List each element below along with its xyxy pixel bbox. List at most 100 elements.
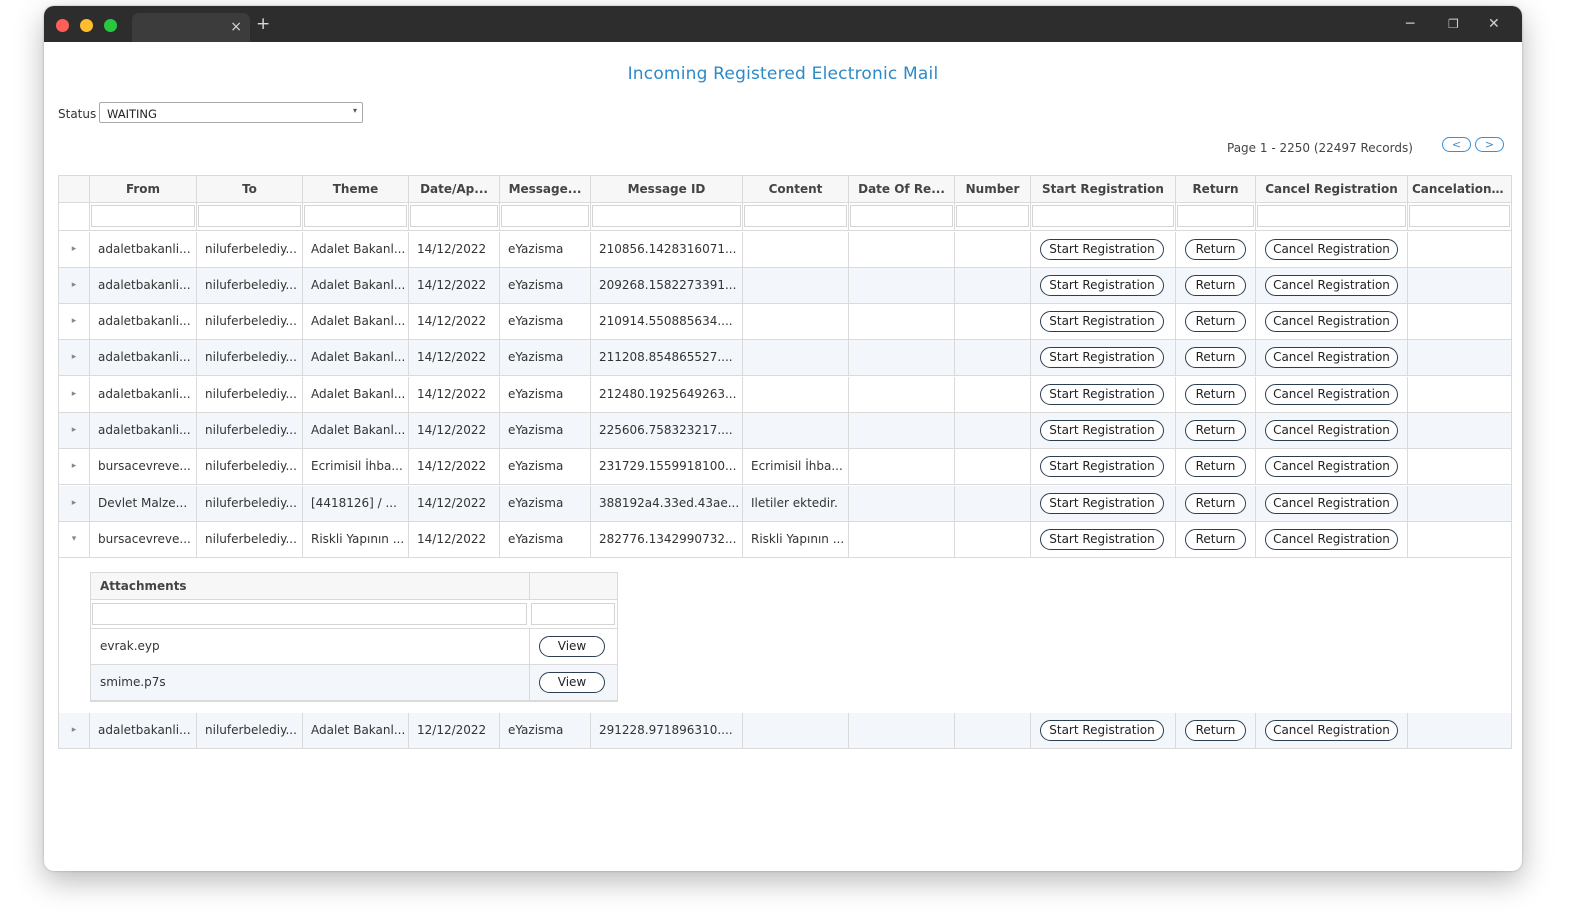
cancel-registration-button[interactable]: Cancel Registration <box>1265 720 1398 741</box>
status-select[interactable]: WAITING ▾ <box>99 102 363 123</box>
cancel-registration-button[interactable]: Cancel Registration <box>1265 311 1398 332</box>
filter-input-to[interactable] <box>198 205 301 227</box>
start-registration-button[interactable]: Start Registration <box>1040 311 1164 332</box>
filter-input-date-of-reg[interactable] <box>850 205 953 227</box>
minimize-window-dot[interactable] <box>80 19 93 32</box>
start-registration-button[interactable]: Start Registration <box>1040 384 1164 405</box>
attachment-name-filter[interactable] <box>92 603 527 625</box>
column-header-number[interactable]: Number <box>954 176 1030 202</box>
start-registration-button[interactable]: Start Registration <box>1040 347 1164 368</box>
cancel-registration-button[interactable]: Cancel Registration <box>1265 275 1398 296</box>
column-header-date[interactable]: Date/Ap... <box>408 176 499 202</box>
column-header-cancelation[interactable]: Cancelation ... <box>1407 176 1511 202</box>
expand-row-icon[interactable]: ▸ <box>59 340 89 376</box>
column-header-cancel-registration[interactable]: Cancel Registration <box>1255 176 1407 202</box>
return-button[interactable]: Return <box>1185 420 1246 441</box>
attachments-header[interactable]: Attachments <box>91 573 529 599</box>
return-button[interactable]: Return <box>1185 275 1246 296</box>
start-registration-button[interactable]: Start Registration <box>1040 493 1164 514</box>
start-registration-button[interactable]: Start Registration <box>1040 239 1164 260</box>
return-button[interactable]: Return <box>1185 493 1246 514</box>
expand-row-icon[interactable]: ▸ <box>59 232 89 268</box>
filter-input-content[interactable] <box>744 205 847 227</box>
filter-input-cancel-registration[interactable] <box>1257 205 1406 227</box>
cancel-registration-button[interactable]: Cancel Registration <box>1265 493 1398 514</box>
browser-tab[interactable]: × <box>132 13 250 42</box>
cancel-registration-button[interactable]: Cancel Registration <box>1265 420 1398 441</box>
new-tab-icon[interactable]: + <box>256 14 270 34</box>
view-attachment-button[interactable]: View <box>539 636 605 657</box>
cell-theme: Adalet Bakanl... <box>302 340 408 376</box>
return-button[interactable]: Return <box>1185 456 1246 477</box>
view-attachment-button[interactable]: View <box>539 672 605 693</box>
cell-to: niluferbelediy... <box>196 304 302 340</box>
filter-input-number[interactable] <box>956 205 1029 227</box>
return-button[interactable]: Return <box>1185 239 1246 260</box>
attachment-action-filter[interactable] <box>531 603 615 625</box>
cell-cancelation <box>1407 486 1511 522</box>
minimize-icon[interactable]: ─ <box>1406 14 1414 34</box>
restore-icon[interactable]: ❐ <box>1448 14 1459 34</box>
filter-input-return[interactable] <box>1177 205 1254 227</box>
cell-from: adaletbakanli... <box>89 232 196 268</box>
filter-input-from[interactable] <box>91 205 195 227</box>
column-header-content[interactable]: Content <box>742 176 848 202</box>
filter-input-message-id[interactable] <box>592 205 741 227</box>
cancel-registration-button[interactable]: Cancel Registration <box>1265 239 1398 260</box>
cancel-registration-button[interactable]: Cancel Registration <box>1265 529 1398 550</box>
expand-row-icon[interactable]: ▸ <box>59 268 89 304</box>
column-header-from[interactable]: From <box>89 176 196 202</box>
collapse-row-icon[interactable]: ▾ <box>59 522 89 558</box>
cancel-registration-button[interactable]: Cancel Registration <box>1265 456 1398 477</box>
attachment-action-cell: View <box>529 629 617 665</box>
cell-to: niluferbelediy... <box>196 232 302 268</box>
attachment-action-cell: View <box>529 665 617 701</box>
cell-date-of-reg <box>848 522 954 558</box>
next-page-button[interactable]: > <box>1475 137 1504 152</box>
cell-theme: [4418126] / ... <box>302 486 408 522</box>
tab-close-icon[interactable]: × <box>230 17 242 37</box>
cell-return: Return <box>1175 449 1255 485</box>
return-button[interactable]: Return <box>1185 529 1246 550</box>
cell-message: eYazisma <box>499 232 590 268</box>
cancel-registration-button[interactable]: Cancel Registration <box>1265 384 1398 405</box>
filter-input-message[interactable] <box>501 205 589 227</box>
filter-input-start-registration[interactable] <box>1032 205 1174 227</box>
return-button[interactable]: Return <box>1185 347 1246 368</box>
cell-message-id: 225606.758323217.... <box>590 413 742 449</box>
start-registration-button[interactable]: Start Registration <box>1040 720 1164 741</box>
filter-input-date[interactable] <box>410 205 498 227</box>
cell-cancelation <box>1407 232 1511 268</box>
expand-row-icon[interactable]: ▸ <box>59 413 89 449</box>
cancel-registration-button[interactable]: Cancel Registration <box>1265 347 1398 368</box>
expand-row-icon[interactable]: ▸ <box>59 486 89 522</box>
start-registration-button[interactable]: Start Registration <box>1040 456 1164 477</box>
expand-row-icon[interactable]: ▸ <box>59 304 89 340</box>
return-button[interactable]: Return <box>1185 311 1246 332</box>
column-header-start-registration[interactable]: Start Registration <box>1030 176 1175 202</box>
return-button[interactable]: Return <box>1185 720 1246 741</box>
expand-row-icon[interactable]: ▸ <box>59 377 89 413</box>
column-header-to[interactable]: To <box>196 176 302 202</box>
filter-cell-return <box>1175 203 1255 230</box>
prev-page-button[interactable]: < <box>1442 137 1471 152</box>
start-registration-button[interactable]: Start Registration <box>1040 420 1164 441</box>
zoom-window-dot[interactable] <box>104 19 117 32</box>
cell-theme: Adalet Bakanl... <box>302 304 408 340</box>
column-header-message[interactable]: Message... <box>499 176 590 202</box>
expand-row-icon[interactable]: ▸ <box>59 449 89 485</box>
filter-input-cancelation[interactable] <box>1409 205 1510 227</box>
column-header-theme[interactable]: Theme <box>302 176 408 202</box>
start-registration-button[interactable]: Start Registration <box>1040 529 1164 550</box>
return-button[interactable]: Return <box>1185 384 1246 405</box>
column-header-date-of-reg[interactable]: Date Of Re... <box>848 176 954 202</box>
close-icon[interactable]: ✕ <box>1488 14 1500 34</box>
column-header-return[interactable]: Return <box>1175 176 1255 202</box>
close-window-dot[interactable] <box>56 19 69 32</box>
filter-input-theme[interactable] <box>304 205 407 227</box>
start-registration-button[interactable]: Start Registration <box>1040 275 1164 296</box>
column-header-message-id[interactable]: Message ID <box>590 176 742 202</box>
cell-to: niluferbelediy... <box>196 449 302 485</box>
cell-message-id: 210914.550885634.... <box>590 304 742 340</box>
expand-row-icon[interactable]: ▸ <box>59 713 89 749</box>
